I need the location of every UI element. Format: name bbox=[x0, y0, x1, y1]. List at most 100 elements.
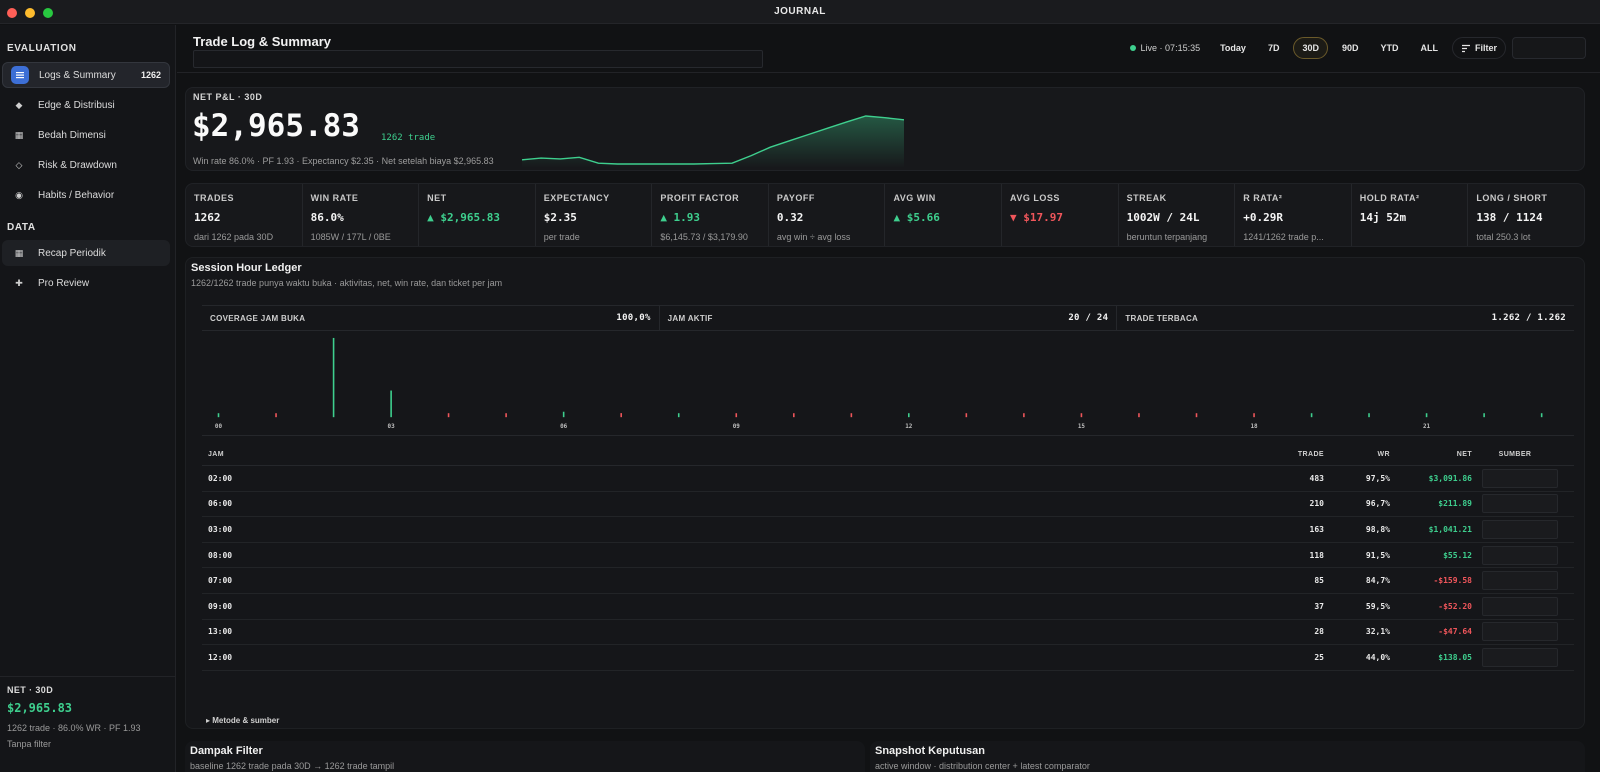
cell-wr: 44,0% bbox=[1365, 652, 1390, 662]
page-title: Trade Log & Summary bbox=[193, 34, 331, 49]
kpi-label: AVG LOSS bbox=[1010, 193, 1060, 203]
range-ytd-button[interactable]: YTD bbox=[1372, 38, 1406, 58]
sidebar-item-label: Habits / Behavior bbox=[38, 189, 115, 201]
hour-bar-02[interactable] bbox=[332, 337, 335, 418]
kpi-value: 14j 52m bbox=[1359, 211, 1407, 224]
minimize-window-button[interactable] bbox=[25, 8, 35, 18]
hour-bar-15[interactable] bbox=[1080, 413, 1083, 418]
hour-bar-18[interactable] bbox=[1253, 413, 1255, 418]
active-hours-cell: JAM AKTIF 20 / 24 bbox=[660, 306, 1118, 330]
col-wr[interactable]: WR bbox=[1324, 451, 1390, 458]
hour-bar-03[interactable] bbox=[390, 390, 392, 418]
sidebar-item-logs-summary[interactable]: Logs & Summary 1262 bbox=[2, 62, 170, 88]
kpi-sub: beruntun terpanjang bbox=[1126, 232, 1208, 242]
sumber-ticket-box[interactable] bbox=[1482, 468, 1558, 488]
hour-bar-11[interactable] bbox=[850, 413, 853, 418]
table-row[interactable]: 09:00 37 59,5% -$52.20 bbox=[202, 594, 1574, 620]
cell-sumber bbox=[1472, 494, 1562, 514]
sidebar-item-edge-distribusi[interactable]: ◆ Edge & Distribusi bbox=[2, 92, 170, 118]
kpi-sub: total 250.3 lot bbox=[1476, 232, 1531, 242]
hour-bar-00[interactable] bbox=[217, 413, 220, 418]
active-hours-value: 20 / 24 bbox=[1068, 313, 1109, 323]
metode-sumber-toggle[interactable]: ▸ Metode & sumber bbox=[206, 716, 279, 725]
header-search-bar[interactable] bbox=[193, 50, 763, 68]
active-hours-label: JAM AKTIF bbox=[667, 313, 713, 323]
kpi-label: STREAK bbox=[1126, 193, 1167, 203]
cell-wr: 96,7% bbox=[1365, 499, 1390, 509]
range-30d-button[interactable]: 30D bbox=[1293, 37, 1328, 59]
hour-bar-08[interactable] bbox=[677, 413, 680, 418]
hour-bar-12[interactable] bbox=[908, 413, 910, 418]
hour-bar-07[interactable] bbox=[620, 413, 622, 418]
coverage-label: COVERAGE JAM BUKA bbox=[210, 313, 306, 323]
col-jam[interactable]: JAM bbox=[202, 451, 1262, 458]
hour-bar-21[interactable] bbox=[1425, 413, 1428, 418]
sidebar-item-label: Logs & Summary bbox=[39, 69, 116, 81]
hour-tick-label: 12 bbox=[905, 423, 913, 430]
table-row[interactable]: 12:00 25 44,0% $138.05 bbox=[202, 645, 1574, 671]
col-net[interactable]: NET bbox=[1390, 451, 1472, 458]
table-row[interactable]: 02:00 483 97,5% $3,091.86 bbox=[202, 466, 1574, 492]
table-row[interactable]: 06:00 210 96,7% $211.89 bbox=[202, 492, 1574, 518]
table-row[interactable]: 08:00 118 91,5% $55.12 bbox=[202, 543, 1574, 569]
sidebar-item-pro-review[interactable]: ✚ Pro Review bbox=[2, 270, 170, 296]
sumber-ticket-box[interactable] bbox=[1482, 519, 1558, 539]
hour-bar-16[interactable] bbox=[1138, 413, 1140, 418]
range-all-button[interactable]: ALL bbox=[1412, 38, 1446, 58]
list-icon bbox=[11, 66, 29, 84]
sidebar-item-recap-periodik[interactable]: ▦ Recap Periodik bbox=[2, 240, 170, 266]
hour-bar-22[interactable] bbox=[1483, 413, 1485, 418]
sidebar-item-habits-behavior[interactable]: ◉ Habits / Behavior bbox=[2, 182, 170, 208]
net-pnl-label: NET P&L · 30D bbox=[193, 92, 263, 102]
hour-bar-01[interactable] bbox=[275, 413, 277, 418]
filter-button[interactable]: Filter bbox=[1451, 37, 1506, 59]
table-row[interactable]: 13:00 28 32,1% -$47.64 bbox=[202, 620, 1574, 646]
col-trade[interactable]: TRADE bbox=[1262, 451, 1324, 458]
cell-jam: 02:00 bbox=[208, 473, 233, 483]
cell-sumber bbox=[1472, 545, 1562, 565]
hour-bar-04[interactable] bbox=[447, 413, 450, 418]
hour-bar-14[interactable] bbox=[1023, 413, 1025, 418]
account-selector[interactable] bbox=[1512, 37, 1586, 59]
main-content: Trade Log & Summary Live · 07:15:35 Toda… bbox=[177, 25, 1600, 772]
sumber-ticket-box[interactable] bbox=[1482, 647, 1558, 667]
col-sumber[interactable]: SUMBER bbox=[1472, 451, 1562, 458]
hour-bar-19[interactable] bbox=[1310, 413, 1313, 418]
live-dot-icon bbox=[1129, 45, 1136, 51]
sumber-ticket-box[interactable] bbox=[1482, 494, 1558, 514]
hour-bar-13[interactable] bbox=[965, 413, 968, 418]
range-90d-button[interactable]: 90D bbox=[1334, 38, 1367, 58]
cell-jam: 07:00 bbox=[208, 576, 233, 586]
table-row[interactable]: 07:00 85 84,7% -$159.58 bbox=[202, 568, 1574, 594]
range-today-button[interactable]: Today bbox=[1212, 38, 1254, 58]
snapshot-title: Snapshot Keputusan bbox=[875, 745, 986, 757]
range-7d-button[interactable]: 7D bbox=[1260, 38, 1288, 58]
hour-bar-09[interactable] bbox=[735, 413, 738, 418]
close-window-button[interactable] bbox=[7, 8, 17, 18]
net-pnl-subtitle: Win rate 86.0% · PF 1.93 · Expectancy $2… bbox=[193, 156, 494, 166]
kpi-cell: EXPECTANCY $2.35 per trade bbox=[536, 184, 653, 246]
hour-bar-20[interactable] bbox=[1368, 413, 1370, 418]
hour-bar-06[interactable] bbox=[562, 411, 565, 418]
sidebar-item-risk-drawdown[interactable]: ◇ Risk & Drawdown bbox=[2, 152, 170, 178]
sumber-ticket-box[interactable] bbox=[1482, 571, 1558, 591]
sidebar-item-bedah-dimensi[interactable]: ▦ Bedah Dimensi bbox=[2, 122, 170, 148]
cell-wr: 91,5% bbox=[1365, 550, 1390, 560]
table-row[interactable]: 03:00 163 98,8% $1,041.21 bbox=[202, 517, 1574, 543]
hour-bar-17[interactable] bbox=[1195, 413, 1198, 418]
cell-wr: 84,7% bbox=[1365, 576, 1390, 586]
hour-bar-23[interactable] bbox=[1540, 413, 1543, 418]
kpi-cell: NET ▲ $2,965.83 bbox=[419, 184, 536, 246]
count-badge: 1262 bbox=[140, 70, 161, 80]
cell-sumber bbox=[1472, 519, 1562, 539]
cell-trade: 37 bbox=[1314, 601, 1324, 611]
maximize-window-button[interactable] bbox=[43, 8, 53, 18]
hour-bar-05[interactable] bbox=[505, 413, 507, 418]
sumber-ticket-box[interactable] bbox=[1482, 622, 1558, 642]
hour-bar-10[interactable] bbox=[793, 413, 795, 418]
sidebar-section-data: DATA bbox=[7, 222, 36, 233]
cell-trade: 25 bbox=[1314, 652, 1324, 662]
sumber-ticket-box[interactable] bbox=[1482, 596, 1558, 616]
sumber-ticket-box[interactable] bbox=[1482, 545, 1558, 565]
kpi-value: $2.35 bbox=[543, 211, 577, 224]
